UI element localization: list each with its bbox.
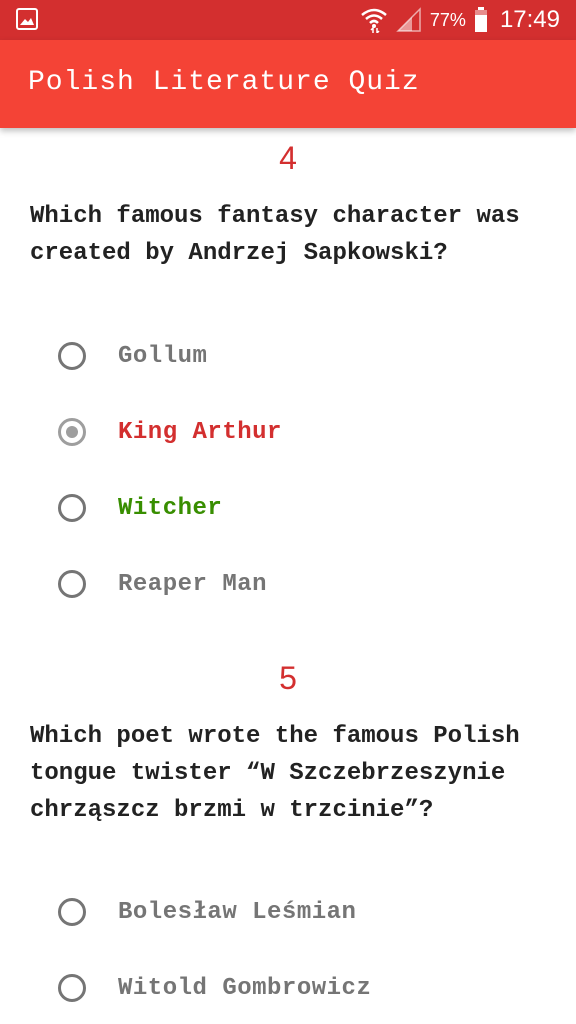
answer-option[interactable]: Bolesław Leśmian <box>58 892 356 932</box>
radio-button[interactable] <box>58 898 86 926</box>
question-text: Which poet wrote the famous Polish tongu… <box>30 723 520 824</box>
answer-label: Bolesław Leśmian <box>118 898 357 926</box>
app-title: Polish Literature Quiz <box>28 67 420 98</box>
battery-percentage: 77% <box>429 9 466 30</box>
clock: 17:49 <box>499 6 560 33</box>
radio-button[interactable] <box>58 342 86 370</box>
radio-button[interactable] <box>58 494 86 522</box>
question-number: 4 <box>279 140 297 176</box>
answer-option[interactable]: Reaper Man <box>58 564 267 604</box>
answer-label-correct: Witcher <box>118 494 223 522</box>
signal-icon <box>396 7 421 32</box>
app-bar: Polish Literature Quiz <box>0 40 576 128</box>
answer-label: Witold Gombrowicz <box>118 974 372 1002</box>
question-text: Which famous fantasy character was creat… <box>30 203 520 267</box>
gallery-notification-icon <box>16 8 38 30</box>
answer-option[interactable]: Witcher <box>58 488 222 528</box>
answer-label: Gollum <box>118 342 208 370</box>
radio-button[interactable] <box>58 974 86 1002</box>
answer-option[interactable]: Gollum <box>58 336 207 376</box>
question-number: 5 <box>279 660 297 696</box>
answer-label-wrong: King Arthur <box>118 418 282 446</box>
radio-button[interactable] <box>58 570 86 598</box>
status-bar: 77% 17:49 <box>0 0 576 40</box>
radio-button-selected[interactable] <box>58 418 86 446</box>
battery-icon <box>474 7 487 32</box>
answer-option[interactable]: King Arthur <box>58 412 282 452</box>
wifi-icon <box>361 8 387 33</box>
answer-option[interactable]: Witold Gombrowicz <box>58 968 371 1008</box>
answer-label: Reaper Man <box>118 570 268 598</box>
